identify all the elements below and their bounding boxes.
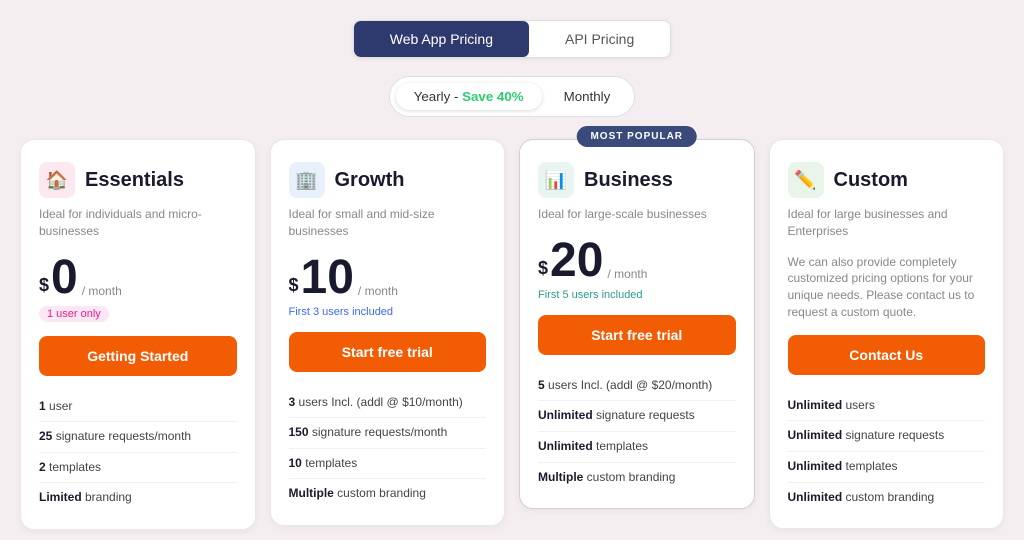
card-title-custom: Custom [834, 169, 908, 192]
feature-item-business-1: Unlimited signature requests [538, 401, 736, 432]
billing-yearly[interactable]: Yearly - Save 40% [396, 83, 542, 110]
feature-item-essentials-2: 2 templates [39, 453, 237, 484]
card-subtitle-custom: Ideal for large businesses and Enterpris… [788, 206, 986, 240]
feature-bold-essentials-3: Limited [39, 490, 82, 504]
card-title-growth: Growth [335, 169, 405, 192]
feature-bold-business-0: 5 [538, 378, 545, 392]
price-note-growth: First 3 users included [289, 306, 487, 318]
feature-item-growth-3: Multiple custom branding [289, 479, 487, 509]
feature-bold-essentials-2: 2 [39, 460, 46, 474]
yearly-label: Yearly - [414, 89, 462, 104]
price-period-growth: / month [358, 284, 398, 298]
feature-bold-business-3: Multiple [538, 470, 583, 484]
card-subtitle-essentials: Ideal for individuals and micro-business… [39, 206, 237, 240]
card-subtitle-business: Ideal for large-scale businesses [538, 206, 736, 223]
feature-item-growth-0: 3 users Incl. (addl @ $10/month) [289, 388, 487, 419]
price-period-essentials: / month [82, 284, 122, 298]
feature-item-custom-1: Unlimited signature requests [788, 421, 986, 452]
cta-button-custom[interactable]: Contact Us [788, 335, 986, 375]
card-title-essentials: Essentials [85, 169, 184, 192]
features-list-growth: 3 users Incl. (addl @ $10/month)150 sign… [289, 388, 487, 509]
price-dollar-growth: $ [289, 269, 299, 301]
feature-bold-business-1: Unlimited [538, 408, 593, 422]
tab-api[interactable]: API Pricing [529, 21, 670, 57]
save-badge: Save 40% [462, 89, 524, 104]
feature-bold-growth-2: 10 [289, 456, 302, 470]
feature-bold-growth-1: 150 [289, 425, 309, 439]
price-row-business: $ 20 / month [538, 237, 736, 285]
price-note-text-business: First 5 users included [538, 289, 643, 301]
feature-bold-custom-0: Unlimited [788, 398, 843, 412]
feature-item-custom-2: Unlimited templates [788, 452, 986, 483]
card-title-business: Business [584, 169, 673, 192]
card-subtitle-growth: Ideal for small and mid-size businesses [289, 206, 487, 240]
feature-bold-custom-1: Unlimited [788, 428, 843, 442]
price-note-business: First 5 users included [538, 289, 736, 301]
feature-item-essentials-0: 1 user [39, 392, 237, 423]
price-dollar-essentials: $ [39, 269, 49, 301]
feature-item-business-0: 5 users Incl. (addl @ $20/month) [538, 371, 736, 402]
features-list-essentials: 1 user25 signature requests/month2 templ… [39, 392, 237, 513]
feature-item-custom-0: Unlimited users [788, 391, 986, 422]
features-list-business: 5 users Incl. (addl @ $20/month)Unlimite… [538, 371, 736, 492]
feature-bold-growth-0: 3 [289, 395, 296, 409]
price-dollar-business: $ [538, 252, 548, 284]
price-note-text-essentials: 1 user only [39, 306, 109, 322]
price-row-essentials: $ 0 / month [39, 254, 237, 302]
popular-badge: MOST POPULAR [576, 126, 697, 147]
tab-switcher: Web App Pricing API Pricing [353, 20, 672, 58]
features-list-custom: Unlimited usersUnlimited signature reque… [788, 391, 986, 512]
card-header-business: 📊 Business [538, 162, 736, 198]
feature-item-business-2: Unlimited templates [538, 432, 736, 463]
feature-item-essentials-3: Limited branding [39, 483, 237, 513]
billing-toggle: Yearly - Save 40% Monthly [389, 76, 636, 117]
pricing-card-custom: ✏️ Custom Ideal for large businesses and… [769, 139, 1005, 529]
feature-item-growth-2: 10 templates [289, 449, 487, 480]
pricing-card-growth: 🏢 Growth Ideal for small and mid-size bu… [270, 139, 506, 526]
feature-item-essentials-1: 25 signature requests/month [39, 422, 237, 453]
cta-button-business[interactable]: Start free trial [538, 315, 736, 355]
price-row-growth: $ 10 / month [289, 254, 487, 302]
price-note-essentials: 1 user only [39, 306, 237, 322]
cta-button-essentials[interactable]: Getting Started [39, 336, 237, 376]
price-amount-essentials: 0 [51, 254, 78, 302]
card-header-essentials: 🏠 Essentials [39, 162, 237, 198]
pricing-cards: 🏠 Essentials Ideal for individuals and m… [20, 139, 1004, 530]
feature-bold-business-2: Unlimited [538, 439, 593, 453]
feature-item-custom-3: Unlimited custom branding [788, 483, 986, 513]
price-note-text-growth: First 3 users included [289, 306, 394, 318]
feature-item-growth-1: 150 signature requests/month [289, 418, 487, 449]
billing-monthly[interactable]: Monthly [546, 83, 629, 110]
card-header-growth: 🏢 Growth [289, 162, 487, 198]
pricing-card-essentials: 🏠 Essentials Ideal for individuals and m… [20, 139, 256, 530]
feature-bold-custom-2: Unlimited [788, 459, 843, 473]
card-header-custom: ✏️ Custom [788, 162, 986, 198]
feature-bold-custom-3: Unlimited [788, 490, 843, 504]
card-icon-business: 📊 [538, 162, 574, 198]
card-icon-custom: ✏️ [788, 162, 824, 198]
card-icon-growth: 🏢 [289, 162, 325, 198]
feature-bold-essentials-1: 25 [39, 429, 52, 443]
tab-web-app[interactable]: Web App Pricing [354, 21, 529, 57]
feature-bold-growth-3: Multiple [289, 486, 334, 500]
price-amount-growth: 10 [301, 254, 354, 302]
feature-item-business-3: Multiple custom branding [538, 463, 736, 493]
card-icon-essentials: 🏠 [39, 162, 75, 198]
pricing-card-business: MOST POPULAR 📊 Business Ideal for large-… [519, 139, 755, 509]
cta-button-growth[interactable]: Start free trial [289, 332, 487, 372]
price-amount-business: 20 [550, 237, 603, 285]
card-description-custom: We can also provide completely customize… [788, 254, 986, 321]
feature-bold-essentials-0: 1 [39, 399, 46, 413]
price-period-business: / month [607, 267, 647, 281]
